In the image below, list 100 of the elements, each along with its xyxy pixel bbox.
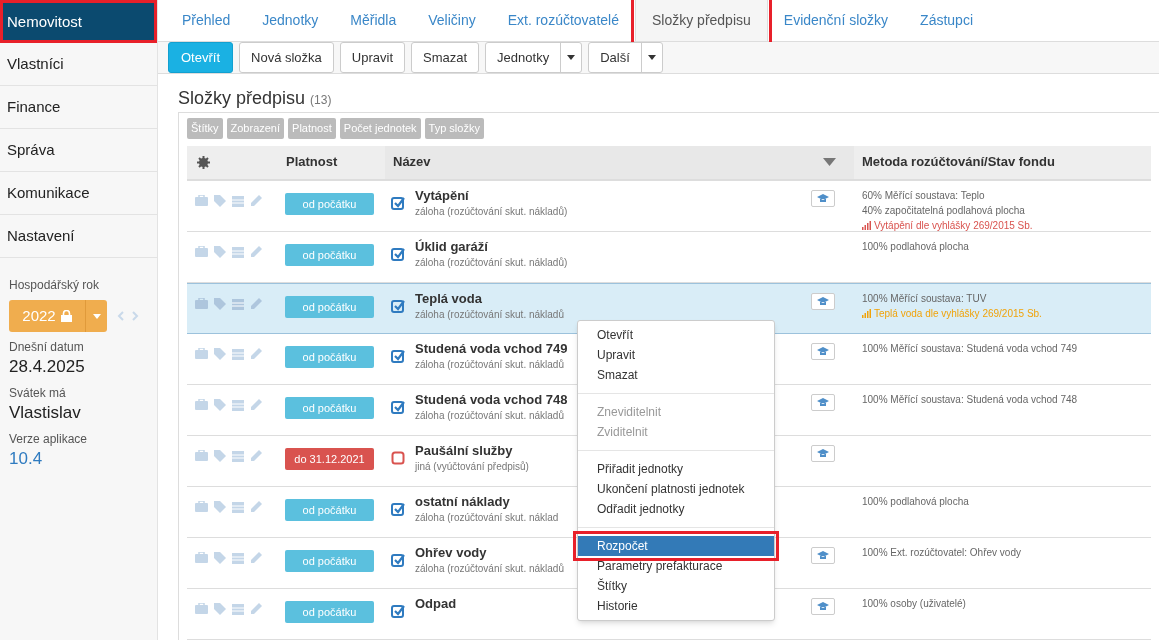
graduation-cap-button[interactable] [811, 342, 835, 360]
column-header[interactable]: Platnost [277, 152, 385, 172]
item-type: záloha (rozúčtování skut. nákladů [415, 561, 564, 576]
sidebar-item[interactable]: Vlastníci [0, 43, 157, 86]
sidebar-item[interactable]: Správa [0, 129, 157, 172]
item-type: záloha (rozúčtování skut. nákladů) [415, 204, 568, 219]
briefcase-icon[interactable] [195, 501, 208, 512]
menu-item[interactable]: Přiřadit jednotky [578, 459, 774, 479]
pencil-icon[interactable] [250, 194, 262, 207]
tag-icon[interactable] [214, 551, 226, 564]
column-header[interactable]: Metoda rozúčtování/Stav fondu [854, 152, 1055, 172]
tab[interactable]: Přehled [166, 0, 247, 41]
checkbox-checked-icon[interactable] [391, 246, 405, 261]
sidebar-item[interactable]: Komunikace [0, 172, 157, 215]
pencil-icon[interactable] [250, 551, 262, 564]
item-name: Paušální služby [415, 441, 514, 460]
settings-icon[interactable] [197, 155, 210, 169]
validity-badge: od počátku [285, 192, 374, 215]
calendar-icon[interactable] [232, 551, 244, 564]
calendar-icon[interactable] [232, 500, 244, 513]
menu-item[interactable]: Historie [578, 596, 774, 616]
checkbox-checked-icon[interactable] [391, 348, 405, 363]
menu-item[interactable]: Odřadit jednotky [578, 499, 774, 519]
graduation-cap-button[interactable] [811, 444, 835, 462]
tag-icon[interactable] [214, 449, 226, 462]
menu-item[interactable]: Ukončení platnosti jednotek [578, 479, 774, 499]
sort-descending-icon[interactable] [823, 158, 836, 166]
briefcase-icon[interactable] [195, 195, 208, 206]
calendar-icon[interactable] [232, 398, 244, 411]
graduation-cap-button[interactable] [811, 393, 835, 411]
tab[interactable]: Zástupci [904, 0, 989, 41]
tab[interactable]: Měřidla [334, 0, 413, 41]
calendar-icon[interactable] [232, 449, 244, 462]
sidebar-item[interactable]: Nemovitost [0, 0, 157, 43]
method-text: 40% započitatelná podlahová plocha [862, 203, 1025, 218]
calendar-icon[interactable] [232, 194, 244, 207]
calendar-icon[interactable] [232, 602, 244, 615]
toolbar-button[interactable]: Nová složka [239, 42, 334, 73]
table-row[interactable]: od počátku Vytápění záloha (rozúčtování skut. nákladů) 60% Měřící soustava: Teplo 40% započitatelná podlahová plocha Vytápění dle vyhlášky 269/2015 Sb. [187, 180, 1151, 232]
sidebar-item[interactable]: Nastavení [0, 215, 157, 258]
graduation-cap-icon [817, 193, 829, 203]
method-text: 100% Měřící soustava: TUV [862, 291, 987, 306]
pencil-icon[interactable] [250, 398, 262, 411]
table-row[interactable]: od počátku Úklid garáží záloha (rozúčtování skut. nákladů) 100% podlahová plocha [187, 231, 1151, 283]
checkbox-checked-icon[interactable] [391, 603, 405, 618]
checkbox-icon[interactable] [391, 450, 405, 465]
briefcase-icon[interactable] [195, 450, 208, 461]
graduation-cap-icon [817, 601, 829, 611]
method-text: 100% podlahová plocha [862, 494, 969, 509]
tag-icon[interactable] [214, 398, 226, 411]
graduation-cap-button[interactable] [811, 292, 835, 310]
calendar-icon[interactable] [232, 297, 244, 310]
graduation-cap-button[interactable] [811, 546, 835, 564]
calendar-icon[interactable] [232, 347, 244, 360]
briefcase-icon[interactable] [195, 246, 208, 257]
tag-icon[interactable] [214, 602, 226, 615]
checkbox-checked-icon[interactable] [391, 399, 405, 414]
info-value: 28.4.2025 [9, 356, 86, 378]
graduation-cap-button[interactable] [811, 189, 835, 207]
toolbar-button[interactable]: Smazat [411, 42, 480, 73]
column-header[interactable]: Název [393, 152, 431, 172]
graduation-cap-button[interactable] [811, 597, 835, 615]
graduation-cap-icon [817, 296, 829, 306]
checkbox-checked-icon[interactable] [391, 195, 405, 210]
validity-badge: od počátku [285, 600, 374, 623]
tag-icon[interactable] [214, 194, 226, 207]
tag-icon[interactable] [214, 500, 226, 513]
menu-item[interactable]: Smazat [578, 365, 774, 385]
checkbox-checked-icon[interactable] [391, 298, 405, 313]
briefcase-icon[interactable] [195, 399, 208, 410]
briefcase-icon[interactable] [195, 603, 208, 614]
info-label: Dnešní datum [9, 339, 85, 356]
pencil-icon[interactable] [250, 602, 262, 615]
version-link[interactable]: 10.4 [9, 448, 148, 470]
toolbar-button[interactable]: Upravit [339, 42, 405, 73]
pencil-icon[interactable] [250, 245, 262, 258]
pencil-icon[interactable] [250, 500, 262, 513]
pencil-icon[interactable] [250, 297, 262, 310]
checkbox-checked-icon[interactable] [391, 552, 405, 567]
method-text: 100% podlahová plocha [862, 239, 969, 254]
tag-icon[interactable] [214, 347, 226, 360]
tab[interactable]: Ext. rozúčtovatelé [491, 0, 635, 41]
briefcase-icon[interactable] [195, 552, 208, 563]
item-name: ostatní náklady [415, 492, 511, 511]
tab[interactable]: Veličiny [412, 0, 492, 41]
sidebar-item[interactable]: Finance [0, 86, 157, 129]
tag-icon[interactable] [214, 297, 226, 310]
menu-item[interactable]: Parametry prefakturace [578, 556, 774, 576]
prev-next-icon[interactable] [117, 311, 139, 321]
pencil-icon[interactable] [250, 347, 262, 360]
method-text: Vytápění dle vyhlášky 269/2015 Sb. [874, 218, 1033, 233]
calendar-icon[interactable] [232, 245, 244, 258]
checkbox-checked-icon[interactable] [391, 501, 405, 516]
tag-icon[interactable] [214, 245, 226, 258]
briefcase-icon[interactable] [195, 348, 208, 359]
tab[interactable]: Jednotky [246, 0, 335, 41]
menu-item[interactable]: Upravit [578, 345, 774, 365]
pencil-icon[interactable] [250, 449, 262, 462]
briefcase-icon[interactable] [195, 298, 208, 309]
tab[interactable]: Evidenční složky [767, 0, 905, 41]
